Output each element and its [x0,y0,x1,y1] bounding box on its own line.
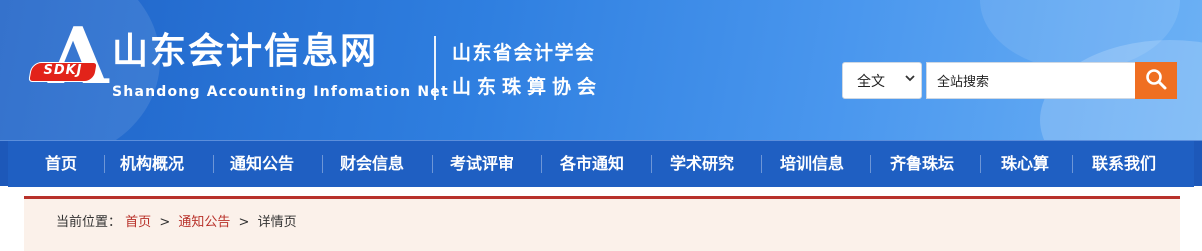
nav-item-training[interactable]: 培训信息 [772,141,852,187]
main-nav-bar: 首页 机构概况 通知公告 财会信息 考试评审 各市通知 学术研究 培训信息 齐鲁… [8,141,1194,187]
nav-item-home[interactable]: 首页 [36,141,86,187]
nav-item-exams[interactable]: 考试评审 [442,141,522,187]
nav-item-city-notices[interactable]: 各市通知 [552,141,632,187]
breadcrumb-current: 详情页 [257,215,297,230]
nav-separator [322,155,323,173]
logo-letter: A [48,11,109,102]
breadcrumb-separator: > [238,215,250,230]
nav-item-research[interactable]: 学术研究 [662,141,742,187]
nav-separator [651,155,652,173]
site-title: 山东会计信息网 [112,31,379,72]
nav-item-mental-abacus[interactable]: 珠心算 [992,141,1058,187]
association-name-2: 山东珠算协会 [452,76,603,98]
search-placeholder: 全站搜索 [937,75,990,90]
breadcrumb-separator: > [159,215,171,230]
site-header: A SDKJ 山东会计信息网 Shandong Accounting Infom… [0,0,1202,140]
search-input[interactable]: 全站搜索 [926,62,1136,99]
breadcrumb-link-notices[interactable]: 通知公告 [178,215,230,230]
search-scope-value: 全文 [857,73,885,90]
main-nav: 首页 机构概况 通知公告 财会信息 考试评审 各市通知 学术研究 培训信息 齐鲁… [0,140,1202,187]
nav-separator [980,155,981,173]
nav-item-qilu-forum[interactable]: 齐鲁珠坛 [882,141,962,187]
nav-item-finance-info[interactable]: 财会信息 [332,141,412,187]
nav-separator [761,155,762,173]
search-scope-select[interactable]: 全文 [842,62,922,99]
nav-separator [541,155,542,173]
breadcrumb-prefix: 当前位置： [56,215,122,230]
search-button[interactable] [1135,62,1177,99]
nav-separator [213,155,214,173]
header-divider [434,36,436,100]
breadcrumb-bar: 当前位置： 首页 > 通知公告 > 详情页 [24,196,1180,251]
nav-item-contact[interactable]: 联系我们 [1084,141,1164,187]
nav-separator [1072,155,1073,173]
logo-badge-text: SDKJ [43,63,83,78]
nav-separator [870,155,871,173]
chevron-down-icon [905,73,915,86]
nav-separator [432,155,433,173]
association-name-1: 山东省会计学会 [452,42,596,64]
site-logo[interactable]: A SDKJ [28,18,112,102]
search-icon [1145,68,1167,94]
site-subtitle: Shandong Accounting Infomation Net [112,84,449,100]
nav-separator [104,155,105,173]
breadcrumb: 当前位置： 首页 > 通知公告 > 详情页 [56,211,297,230]
nav-item-notices[interactable]: 通知公告 [222,141,302,187]
breadcrumb-link-home[interactable]: 首页 [125,215,151,230]
nav-item-about[interactable]: 机构概况 [112,141,192,187]
